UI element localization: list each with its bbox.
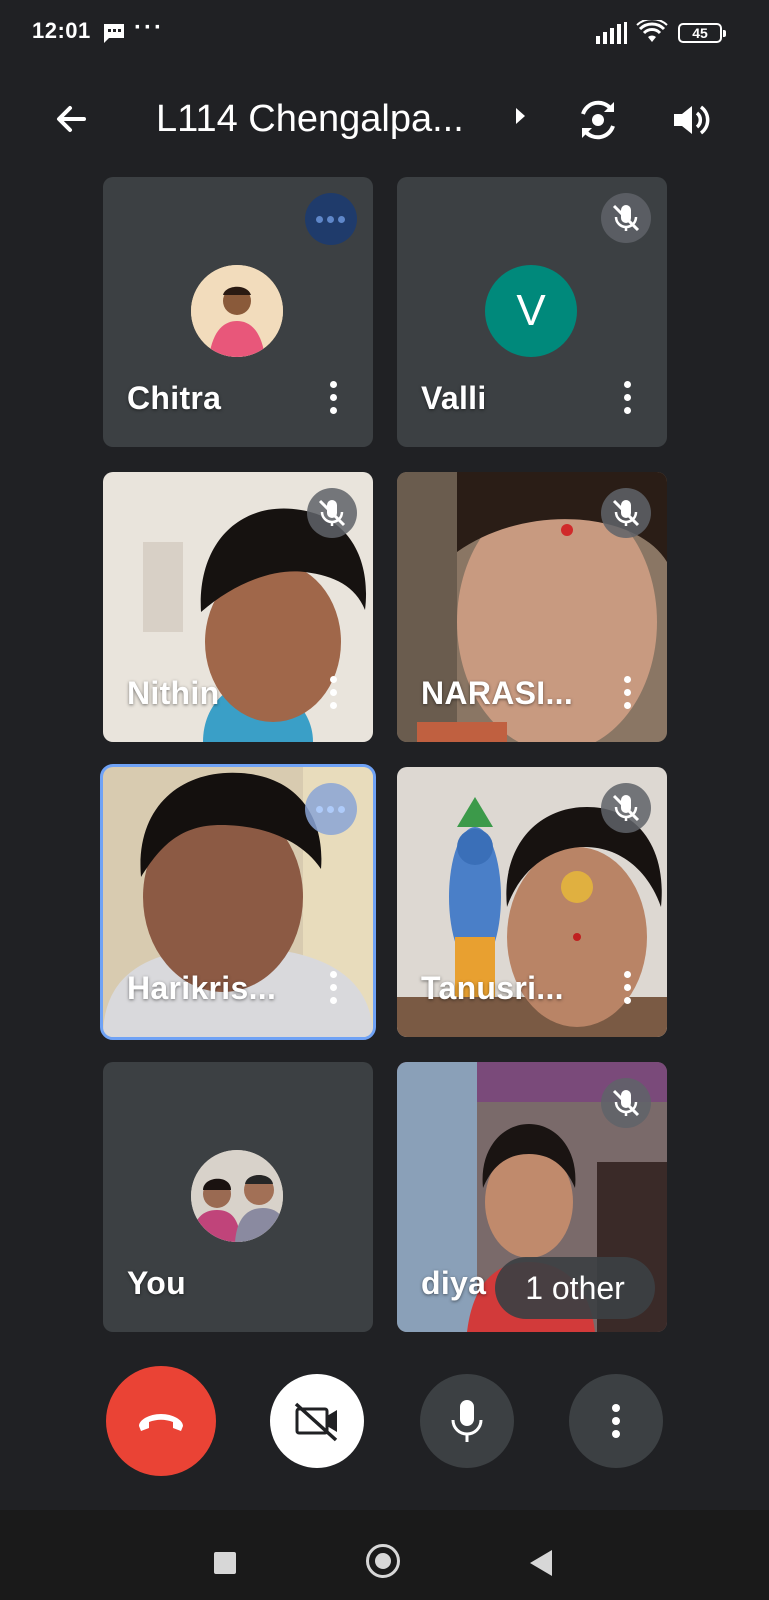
message-icon	[102, 22, 126, 49]
end-call-button[interactable]	[106, 1366, 216, 1476]
system-nav-bar	[0, 1510, 769, 1600]
microphone-button[interactable]	[420, 1374, 514, 1468]
speaking-indicator-icon	[305, 193, 357, 245]
end-call-icon	[139, 1414, 183, 1431]
avatar-chitra	[191, 265, 283, 357]
battery-icon: 45	[678, 23, 726, 43]
participant-tile-chitra[interactable]: Chitra	[103, 177, 373, 447]
more-vert-icon[interactable]	[323, 676, 343, 712]
switch-camera-icon[interactable]	[574, 96, 622, 144]
more-vert-icon[interactable]	[617, 676, 637, 712]
status-time: 12:01	[32, 18, 91, 43]
call-header: L114 Chengalpa...	[0, 82, 769, 162]
wifi-icon	[636, 18, 668, 49]
participant-name: Tanusri...	[421, 970, 564, 1006]
participant-tile-harikris[interactable]: Harikris...	[100, 764, 376, 1040]
more-vert-icon[interactable]	[617, 971, 637, 1007]
more-vert-icon[interactable]	[323, 381, 343, 417]
status-bar: 12:01 ··· 45	[0, 0, 769, 68]
more-dots-icon: ···	[134, 14, 164, 41]
more-options-button[interactable]	[569, 1374, 663, 1468]
participant-tile-valli[interactable]: V Valli	[397, 177, 667, 447]
meeting-title[interactable]: L114 Chengalpa...	[156, 96, 464, 142]
back-arrow-icon[interactable]	[48, 96, 94, 142]
speaker-icon[interactable]	[668, 98, 712, 142]
mic-off-icon	[307, 488, 357, 538]
participant-tile-tanusri[interactable]: Tanusri...	[397, 767, 667, 1037]
participant-name: Chitra	[127, 380, 222, 416]
mic-off-icon	[601, 488, 651, 538]
mic-off-icon	[601, 1078, 651, 1128]
signal-icon	[596, 22, 628, 49]
speaking-indicator-icon	[305, 783, 357, 835]
chevron-right-icon[interactable]	[514, 106, 528, 131]
participant-name: diya	[421, 1265, 487, 1301]
more-vert-icon[interactable]	[617, 381, 637, 417]
more-vert-icon[interactable]	[323, 971, 343, 1007]
recent-apps-icon[interactable]	[214, 1552, 236, 1574]
avatar-you	[191, 1150, 283, 1242]
participant-name: Valli	[421, 380, 487, 416]
mic-off-icon	[601, 193, 651, 243]
mic-off-icon	[601, 783, 651, 833]
camera-toggle-button[interactable]	[270, 1374, 364, 1468]
more-options-icon	[612, 1404, 620, 1438]
participant-name: You	[127, 1265, 186, 1301]
avatar-initial: V	[485, 265, 577, 357]
participant-name: Nithin	[127, 675, 220, 711]
participant-tile-you[interactable]: You	[103, 1062, 373, 1332]
participant-name: Harikris...	[127, 970, 277, 1006]
participant-tile-nithin[interactable]: Nithin	[103, 472, 373, 742]
camera-off-icon	[294, 1402, 338, 1442]
other-participants-badge[interactable]: 1 other	[495, 1257, 655, 1319]
participant-tile-narasi[interactable]: NARASI...	[397, 472, 667, 742]
home-icon[interactable]	[366, 1544, 400, 1578]
microphone-icon	[451, 1400, 483, 1442]
nav-back-icon[interactable]	[530, 1550, 552, 1576]
participant-name: NARASI...	[421, 675, 574, 711]
